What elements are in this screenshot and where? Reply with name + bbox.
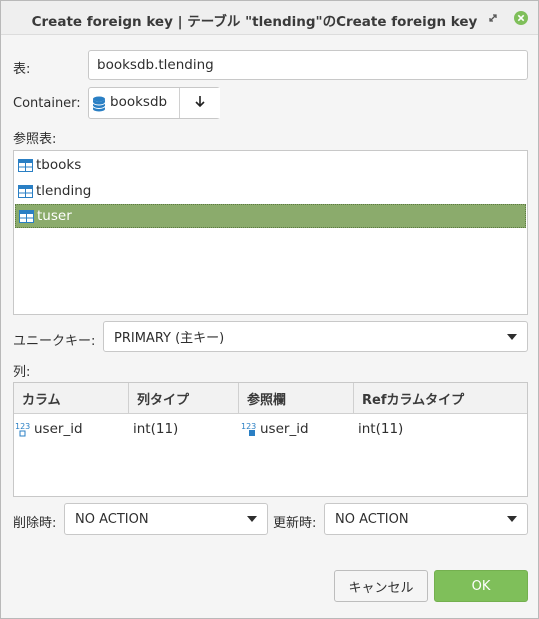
container-label: Container: <box>13 96 81 111</box>
table-icon <box>18 184 33 198</box>
ref-table-label: 参照表: <box>13 132 57 147</box>
list-item-tuser[interactable]: tuser <box>15 204 526 228</box>
list-item-tlending[interactable]: tlending <box>15 179 526 203</box>
columns-table[interactable]: カラム 列タイプ 参照欄 Refカラムタイプ 123 user_id int(1… <box>13 382 528 497</box>
svg-text:123: 123 <box>241 422 256 431</box>
chevron-down-icon <box>507 333 517 340</box>
column-header-type[interactable]: 列タイプ <box>129 383 239 414</box>
column-header-ref-column[interactable]: 参照欄 <box>239 383 354 414</box>
on-update-select[interactable]: NO ACTION <box>324 503 528 535</box>
columns-label: 列: <box>13 365 31 380</box>
list-item-label: tuser <box>37 208 72 224</box>
container-selector[interactable]: booksdb <box>88 87 220 119</box>
table-label: 表: <box>13 62 31 77</box>
close-icon[interactable] <box>513 10 529 26</box>
database-icon <box>92 96 106 116</box>
unique-key-label: ユニークキー: <box>13 334 96 349</box>
list-item-label: tlending <box>36 183 92 199</box>
list-item-label: tbooks <box>36 157 82 173</box>
on-delete-label: 削除時: <box>13 516 57 531</box>
on-delete-value: NO ACTION <box>75 511 149 527</box>
dialog-window: Create foreign key | テーブル "tlending"のCre… <box>0 0 539 619</box>
numeric-column-icon: 123 <box>15 422 30 437</box>
cell-ref-type[interactable]: int(11) <box>358 415 527 443</box>
cancel-button[interactable]: キャンセル <box>334 570 428 602</box>
table-icon <box>18 158 33 172</box>
chevron-down-icon <box>247 516 257 522</box>
on-update-value: NO ACTION <box>335 511 409 527</box>
cell-type[interactable]: int(11) <box>133 415 239 443</box>
container-dropdown-button[interactable] <box>179 88 220 118</box>
ref-table-list[interactable]: tbooks tlending tuser <box>13 150 528 315</box>
cell-text: user_id <box>34 421 83 437</box>
title-bar[interactable]: Create foreign key | テーブル "tlending"のCre… <box>1 1 538 35</box>
numeric-column-icon: 123 <box>241 422 256 436</box>
table-icon <box>19 209 34 223</box>
arrow-down-icon <box>193 94 207 112</box>
columns-table-header: カラム 列タイプ 参照欄 Refカラムタイプ <box>14 383 527 414</box>
column-header-ref-type[interactable]: Refカラムタイプ <box>354 383 527 414</box>
container-value: booksdb <box>110 94 168 110</box>
cell-column[interactable]: 123 user_id <box>15 415 129 443</box>
on-update-label: 更新時: <box>273 516 317 531</box>
column-header-column[interactable]: カラム <box>14 383 129 414</box>
svg-text:123: 123 <box>15 422 30 431</box>
on-delete-select[interactable]: NO ACTION <box>64 503 268 535</box>
unique-key-value: PRIMARY (主キー) <box>114 331 225 346</box>
chevron-down-icon <box>507 516 517 522</box>
unique-key-select[interactable]: PRIMARY (主キー) <box>103 321 528 352</box>
cell-ref-column[interactable]: 123 user_id <box>241 415 354 443</box>
cell-text: user_id <box>260 421 309 437</box>
restore-icon[interactable] <box>485 10 501 26</box>
window-title: Create foreign key | テーブル "tlending"のCre… <box>31 14 478 30</box>
table-name-field[interactable]: booksdb.tlending <box>88 50 528 80</box>
list-item-tbooks[interactable]: tbooks <box>15 153 526 177</box>
ok-button[interactable]: OK <box>434 570 528 602</box>
